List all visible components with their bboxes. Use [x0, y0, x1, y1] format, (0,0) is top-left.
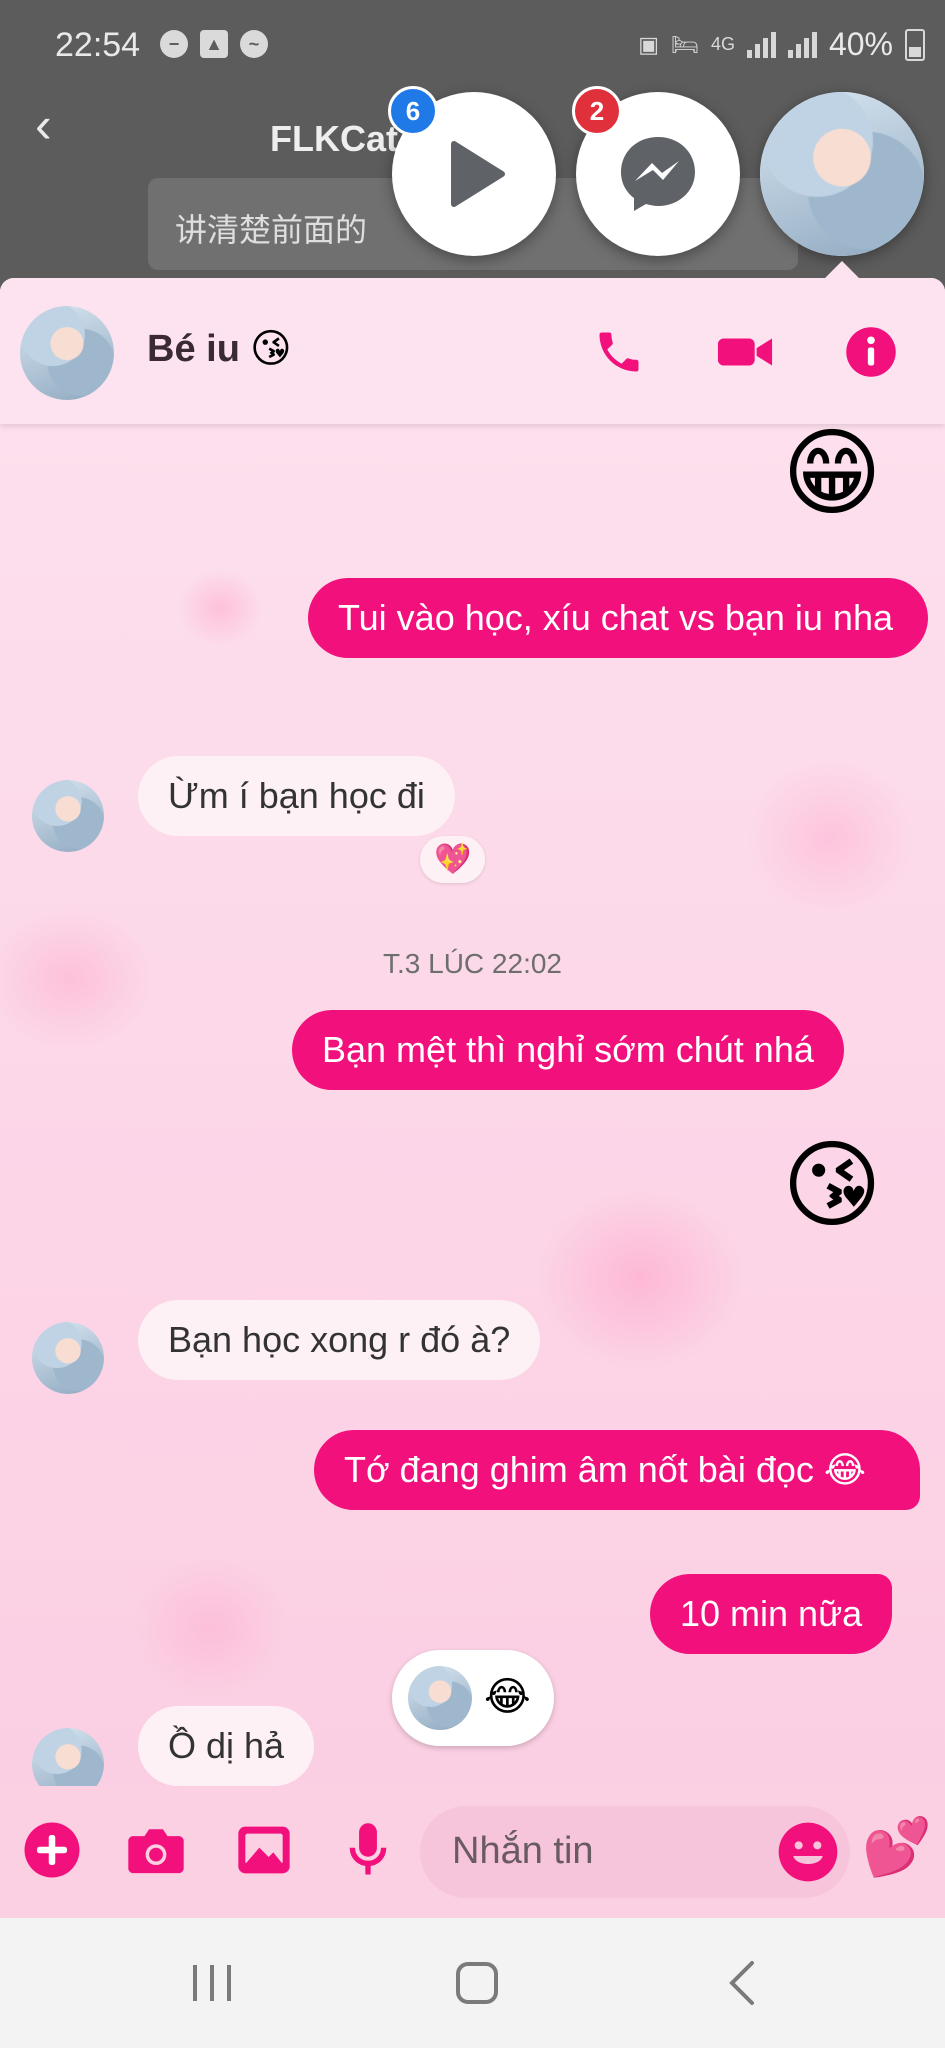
sender-avatar [32, 1322, 104, 1394]
timestamp: T.3 LÚC 22:02 [383, 948, 562, 979]
screenshot-icon: ▣ [638, 31, 659, 57]
messenger-notification-icon: ~ [240, 30, 268, 58]
play-badge: 6 [388, 86, 438, 136]
add-button[interactable] [20, 1818, 84, 1882]
video-call-button[interactable] [716, 323, 774, 381]
seen-avatar [408, 1666, 472, 1730]
status-right: ▣ 🛏 4G 40% [638, 26, 925, 63]
incoming-message[interactable]: Ừm í bạn học đi [138, 756, 455, 836]
message-emoji-kiss[interactable]: 😘 [782, 1136, 882, 1236]
status-time: 22:54 [55, 26, 141, 64]
outgoing-message[interactable]: 10 min nữa [650, 1574, 893, 1654]
battery-icon [905, 28, 925, 61]
voice-call-button[interactable] [590, 323, 648, 381]
message-input-placeholder: Nhắn tin [452, 1830, 594, 1872]
signal-icon-2 [787, 31, 817, 58]
incoming-message[interactable]: Bạn học xong r đó à? [138, 1300, 541, 1380]
camera-icon [128, 1829, 184, 1874]
outgoing-message[interactable]: Tớ đang ghim âm nốt bài đọc 😂 [314, 1430, 920, 1510]
plus-icon [24, 1822, 80, 1878]
seen-reaction-emoji: 😂 [484, 1675, 531, 1719]
recent-apps-icon [193, 1965, 231, 2001]
seen-reaction-pill[interactable]: 😂 [392, 1650, 554, 1746]
chat-header: Bé iu 😘 [0, 278, 945, 424]
outgoing-message[interactable]: Tui vào học, xíu chat vs bạn iu nha [308, 578, 928, 658]
sleep-icon: 🛏 [671, 31, 699, 57]
signal-icon-1 [746, 31, 776, 58]
messenger-icon [621, 137, 695, 211]
contact-chat-head[interactable] [760, 92, 924, 256]
status-bar: 22:54 − ▲ ~ ▣ 🛏 4G 40% [0, 0, 945, 95]
image-icon [238, 1826, 290, 1874]
message-reaction[interactable]: 💖 [420, 836, 486, 883]
gallery-icon: ▲ [200, 30, 228, 58]
do-not-disturb-icon: − [160, 30, 188, 58]
message-input[interactable]: Nhắn tin [420, 1806, 850, 1898]
message-emoji-grin[interactable]: 😁 [782, 424, 882, 524]
outgoing-message[interactable]: Bạn mệt thì nghỉ sớm chút nhá [292, 1010, 844, 1090]
system-navigation-bar [0, 1918, 945, 2048]
emoji-button[interactable] [776, 1820, 840, 1884]
phone-icon [599, 332, 639, 372]
video-camera-icon [717, 338, 773, 366]
home-icon [456, 1962, 498, 2004]
chat-panel: Bé iu 😘 😁 Tui vào học, xíu chat vs bạn i… [0, 278, 945, 1918]
voice-button[interactable] [336, 1818, 400, 1882]
battery-percent: 40% [828, 26, 893, 62]
composer-bar: Nhắn tin 💕 [0, 1786, 945, 1918]
header-avatar[interactable] [20, 306, 114, 400]
home-button[interactable] [437, 1948, 517, 2018]
contact-avatar [760, 92, 924, 256]
contact-name-emoji: 😘 [250, 327, 292, 371]
microphone-icon [349, 1823, 387, 1875]
network-type: 4G [710, 34, 735, 54]
back-arrow-icon[interactable]: ‹ [35, 100, 52, 150]
sender-avatar [32, 780, 104, 852]
camera-button[interactable] [124, 1818, 188, 1882]
gallery-button[interactable] [232, 1818, 296, 1882]
back-button[interactable] [702, 1948, 782, 2018]
back-icon [729, 1961, 754, 2005]
info-button[interactable] [842, 323, 900, 381]
recent-apps-button[interactable] [172, 1948, 252, 2018]
messenger-chat-head[interactable]: 2 [572, 86, 740, 256]
messenger-badge: 2 [572, 86, 622, 136]
incoming-message[interactable]: Ồ dị hả [138, 1706, 315, 1786]
status-notification-icons: − ▲ ~ [160, 30, 268, 58]
quick-reaction-hearts-button[interactable]: 💕 [862, 1812, 932, 1882]
info-icon [846, 327, 896, 377]
smiley-icon [778, 1822, 838, 1882]
play-icon [451, 141, 505, 207]
contact-name[interactable]: Bé iu [147, 328, 240, 371]
play-chat-head[interactable]: 6 [388, 86, 556, 256]
